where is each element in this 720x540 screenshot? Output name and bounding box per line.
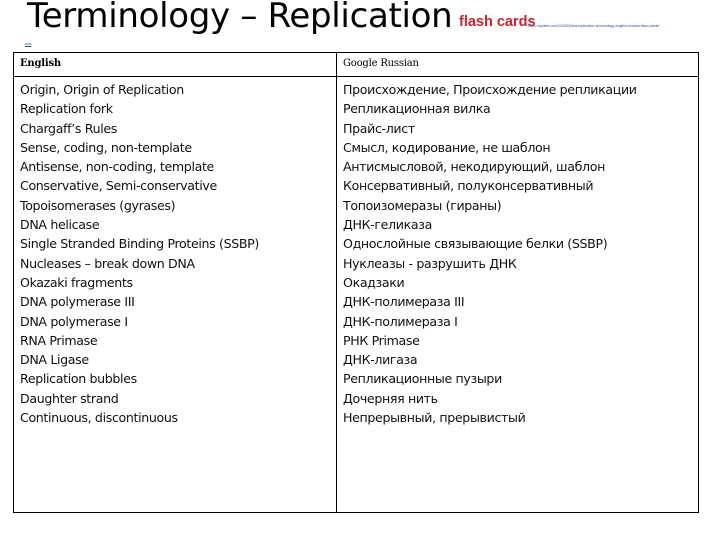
table-body-row: Origin, Origin of Replication Replication…	[13, 76, 699, 513]
source-link[interactable]: https://quizlet.com/142093/dna-replicati…	[528, 24, 706, 28]
russian-term: ДНК-геликаза	[343, 217, 432, 233]
english-term: Topoisomerases (gyrases)	[20, 197, 176, 213]
source-link-continuation[interactable]: ods	[25, 42, 31, 46]
english-term: DNA Ligase	[20, 352, 89, 368]
russian-term: ДНК-лигаза	[343, 352, 418, 368]
english-term: DNA helicase	[20, 217, 100, 233]
flash-cards-label: flash cards	[459, 14, 536, 30]
russian-term: РНК Primase	[343, 332, 420, 348]
header-russian: Google Russian	[336, 52, 699, 77]
russian-term: ДНК-полимераза I	[343, 313, 458, 329]
english-term: Antisense, non-coding, template	[20, 159, 214, 175]
english-term: Origin, Origin of Replication	[20, 82, 184, 97]
russian-term: Непрерывный, прерывистый	[343, 410, 526, 426]
english-term: Continuous, discontinuous	[20, 410, 178, 426]
russian-term: Топоизомеразы (гираны)	[343, 197, 502, 213]
terms-table: English Google Russian Origin, Origin of…	[13, 52, 699, 513]
russian-term: Окадзаки	[343, 274, 405, 290]
english-terms-cell: Origin, Origin of Replication Replication…	[13, 76, 337, 513]
english-term-list: Origin, Origin of Replication Replication…	[20, 80, 330, 427]
english-term: DNA polymerase I	[20, 313, 128, 329]
english-term: Daughter strand	[20, 390, 119, 406]
russian-term: Происхождение, Происхождение репликации	[343, 82, 637, 97]
header-english: English	[13, 52, 337, 77]
slide-title: Terminology – Replication	[27, 0, 453, 36]
russian-term: Смысл, кодирование, не шаблон	[343, 139, 551, 155]
russian-term: Репликационная вилка	[343, 101, 491, 117]
russian-term: Антисмысловой, некодирующий, шаблон	[343, 159, 605, 175]
english-term: Replication bubbles	[20, 371, 137, 387]
russian-term: Однослойные связывающие белки (SSBP)	[343, 236, 608, 252]
english-term: Okazaki fragments	[20, 274, 133, 290]
table-header-row: English Google Russian	[13, 52, 699, 77]
russian-term: Консервативный, полуконсервативный	[343, 178, 594, 194]
english-term: Chargaff’s Rules	[20, 120, 117, 136]
russian-term-list: Происхождение, Происхождение репликации Р…	[343, 80, 692, 427]
english-term: Nucleases – break down DNA	[20, 255, 195, 271]
english-term: Replication fork	[20, 101, 113, 117]
english-term: Sense, coding, non-template	[20, 139, 192, 155]
russian-terms-cell: Происхождение, Происхождение репликации Р…	[336, 76, 699, 513]
russian-term: Нуклеазы - разрушить ДНК	[343, 255, 517, 271]
english-term: Single Stranded Binding Proteins (SSBP)	[20, 236, 259, 252]
english-term: DNA polymerase III	[20, 294, 135, 310]
russian-term: Дочерняя нить	[343, 390, 438, 406]
english-term: Conservative, Semi-conservative	[20, 178, 217, 194]
russian-term: Прайс-лист	[343, 120, 415, 136]
russian-term: Репликационные пузыри	[343, 371, 502, 387]
russian-term: ДНК-полимераза III	[343, 294, 465, 310]
english-term: RNA Primase	[20, 332, 98, 348]
